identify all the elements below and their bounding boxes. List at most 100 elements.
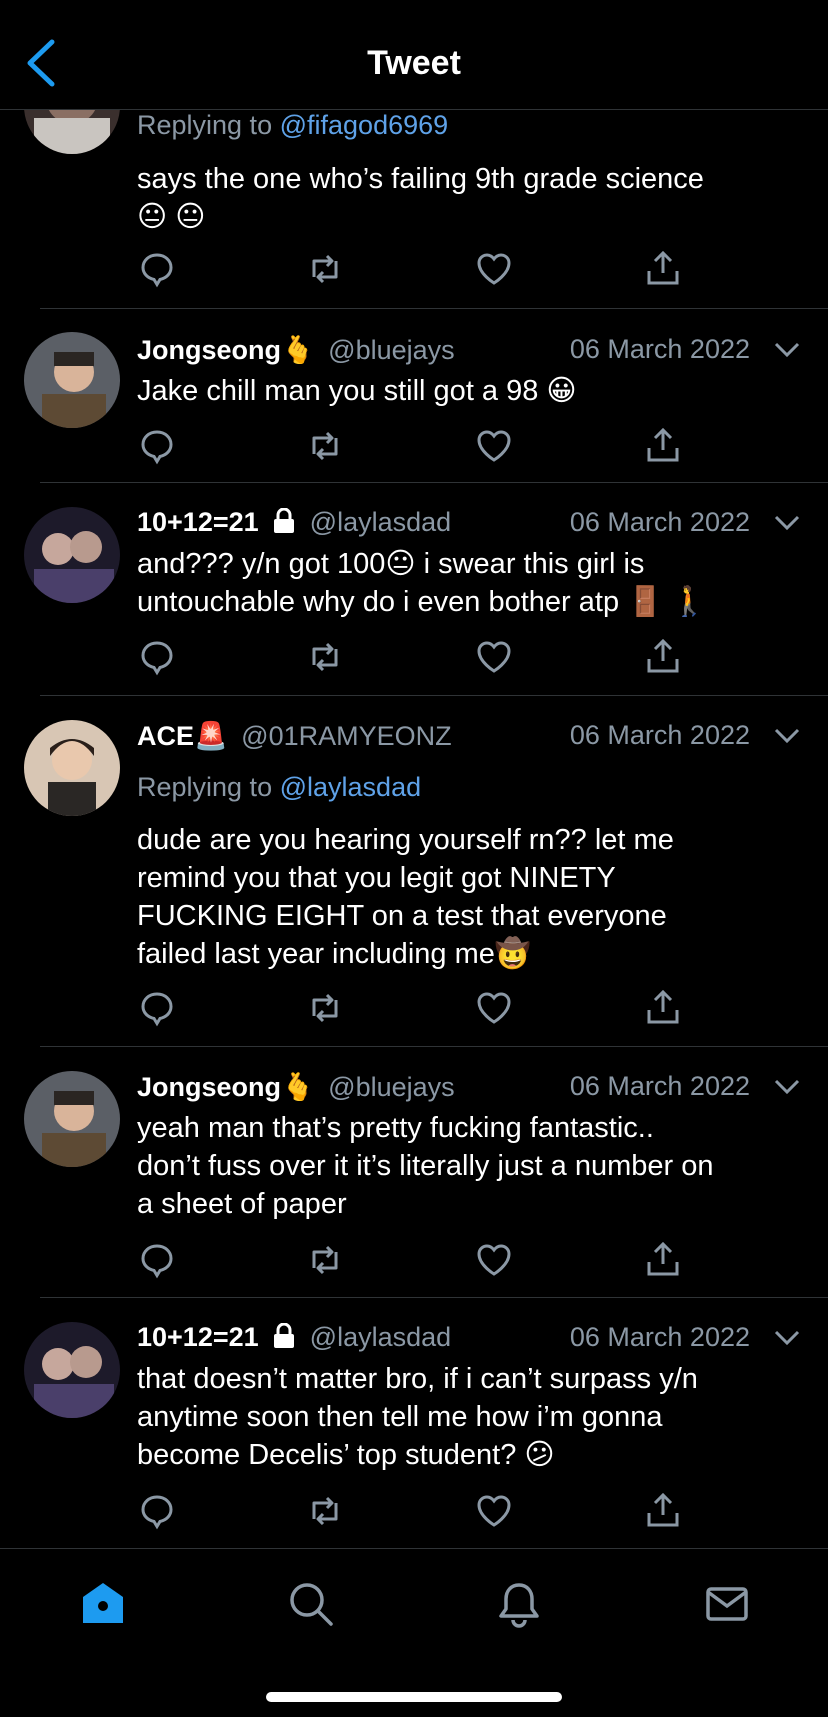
user-handle[interactable]: @01RAMYEONZ (241, 721, 451, 751)
tweet-actions (137, 249, 697, 289)
retweet-icon[interactable] (305, 637, 345, 677)
reply-icon[interactable] (137, 1240, 177, 1280)
tweet-date: 06 March 2022 (569, 334, 750, 364)
tweet-reply[interactable]: Jongseong🫰 @bluejays 06 March 2022 Jake … (0, 310, 828, 483)
reply-icon[interactable] (137, 249, 177, 289)
avatar[interactable] (24, 720, 120, 816)
tweet-header: Jongseong🫰 @bluejays 06 March 2022 (137, 1071, 800, 1111)
tweet-text-line: untouchable why do i even bother atp 🚪 🚶 (137, 586, 708, 618)
reply-icon[interactable] (137, 1491, 177, 1531)
like-heart-icon[interactable] (474, 1491, 514, 1531)
name-emoji: 🫰 (281, 1072, 315, 1102)
messages-icon[interactable] (702, 1579, 752, 1629)
lock-icon (274, 508, 295, 533)
retweet-icon[interactable] (305, 988, 345, 1028)
tweet-text: yeah man that’s pretty fucking fantastic… (137, 1109, 808, 1223)
replying-to: Replying to @fifagod6969 (137, 110, 449, 140)
tweet-date: 06 March 2022 (569, 720, 750, 750)
tweet-actions (137, 1240, 697, 1280)
tweet-reply[interactable]: Jongseong🫰 @bluejays 06 March 2022 yeah … (0, 1047, 828, 1298)
divider (40, 308, 828, 309)
tweet-date: 06 March 2022 (569, 1322, 750, 1352)
tweet-actions (137, 637, 697, 677)
tweet-header: ACE🚨 @01RAMYEONZ 06 March 2022 (137, 720, 800, 760)
display-name[interactable]: Jongseong (137, 335, 281, 365)
tweet-text-line: don’t fuss over it it’s literally just a… (137, 1150, 714, 1182)
display-name[interactable]: 10+12=21 (137, 507, 259, 537)
like-heart-icon[interactable] (474, 1240, 514, 1280)
tweet-date: 06 March 2022 (569, 1071, 750, 1101)
retweet-icon[interactable] (305, 426, 345, 466)
retweet-icon[interactable] (305, 249, 345, 289)
chevron-down-icon[interactable] (774, 513, 800, 533)
display-name[interactable]: Jongseong (137, 1072, 281, 1102)
search-icon[interactable] (286, 1579, 336, 1629)
tweet-text-line: 😐 😐 (137, 201, 206, 233)
like-heart-icon[interactable] (474, 249, 514, 289)
avatar[interactable] (24, 1322, 120, 1418)
reply-icon[interactable] (137, 426, 177, 466)
tweet-text-line: says the one who’s failing 9th grade sci… (137, 163, 704, 195)
tweet-text: and??? y/n got 100😐 i swear this girl is… (137, 545, 808, 621)
share-icon[interactable] (643, 1491, 683, 1531)
tweet-reply[interactable]: 10+12=21 @laylasdad 06 March 2022 that d… (0, 1298, 828, 1548)
avatar[interactable] (24, 507, 120, 603)
share-icon[interactable] (643, 1240, 683, 1280)
tweet-text-line: anytime soon then tell me how i’m gonna (137, 1401, 663, 1433)
share-icon[interactable] (643, 426, 683, 466)
display-name[interactable]: 10+12=21 (137, 1322, 259, 1352)
reply-icon[interactable] (137, 988, 177, 1028)
tweet-reply[interactable]: ACE🚨 @01RAMYEONZ 06 March 2022 Replying … (0, 696, 828, 1047)
home-indicator[interactable] (266, 1692, 562, 1702)
retweet-icon[interactable] (305, 1491, 345, 1531)
home-icon[interactable] (78, 1579, 128, 1629)
retweet-icon[interactable] (305, 1240, 345, 1280)
user-handle[interactable]: @laylasdad (310, 1322, 452, 1352)
tweet-actions (137, 988, 697, 1028)
chevron-down-icon[interactable] (774, 340, 800, 360)
tweet-text-line: become Decelis’ top student? 😕 (137, 1439, 555, 1471)
tweet-text: dude are you hearing yourself rn?? let m… (137, 821, 808, 973)
top-bar: Tweet (0, 0, 828, 110)
tweet-actions (137, 1491, 697, 1531)
tweet-text-line: that doesn’t matter bro, if i can’t surp… (137, 1363, 698, 1395)
tweet-text-line: and??? y/n got 100😐 i swear this girl is (137, 548, 645, 580)
reply-handle-link[interactable]: @fifagod6969 (280, 110, 449, 140)
chevron-down-icon[interactable] (774, 726, 800, 746)
tweet-text-line: Jake chill man you still got a 98 😀 (137, 375, 577, 407)
tweet-text-line: dude are you hearing yourself rn?? let m… (137, 824, 674, 856)
user-handle[interactable]: @laylasdad (310, 507, 452, 537)
tweet-text-line: a sheet of paper (137, 1188, 347, 1220)
tweet-text: Jake chill man you still got a 98 😀 (137, 372, 808, 410)
name-emoji: 🫰 (281, 335, 315, 365)
notifications-icon[interactable] (494, 1579, 544, 1629)
like-heart-icon[interactable] (474, 426, 514, 466)
page-title: Tweet (367, 44, 461, 82)
chevron-down-icon[interactable] (774, 1077, 800, 1097)
share-icon[interactable] (643, 988, 683, 1028)
tweet-actions (137, 426, 697, 466)
share-icon[interactable] (643, 249, 683, 289)
lock-icon (274, 1323, 295, 1348)
display-name[interactable]: ACE (137, 721, 194, 751)
tweet-reply[interactable]: 10+12=21 @laylasdad 06 March 2022 and???… (0, 483, 828, 696)
tweet-header: 10+12=21 @laylasdad 06 March 2022 (137, 507, 800, 547)
user-handle[interactable]: @bluejays (328, 335, 454, 365)
reply-icon[interactable] (137, 637, 177, 677)
reply-handle-link[interactable]: @laylasdad (280, 772, 422, 802)
replying-to: Replying to @laylasdad (137, 772, 422, 802)
tweet-header: 10+12=21 @laylasdad 06 March 2022 (137, 1322, 800, 1362)
avatar[interactable] (24, 332, 120, 428)
share-icon[interactable] (643, 637, 683, 677)
tweet-text-line: yeah man that’s pretty fucking fantastic… (137, 1112, 654, 1144)
tweet-text-line: FUCKING EIGHT on a test that everyone (137, 900, 667, 932)
chevron-down-icon[interactable] (774, 1328, 800, 1348)
name-emoji: 🚨 (194, 721, 228, 751)
tweet-text: that doesn’t matter bro, if i can’t surp… (137, 1360, 808, 1474)
avatar[interactable] (24, 1071, 120, 1167)
tweet-text-line: failed last year including me🤠 (137, 938, 531, 970)
like-heart-icon[interactable] (474, 637, 514, 677)
user-handle[interactable]: @bluejays (328, 1072, 454, 1102)
like-heart-icon[interactable] (474, 988, 514, 1028)
tweet-text: says the one who’s failing 9th grade sci… (137, 160, 808, 236)
